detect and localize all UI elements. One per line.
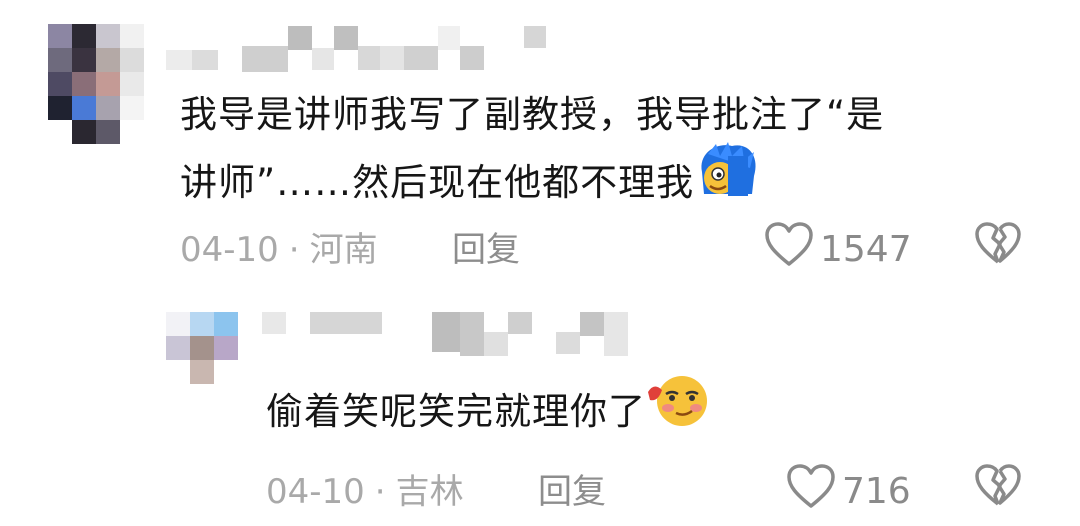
comment-date: 04-10	[180, 230, 279, 270]
username-blurred[interactable]	[166, 26, 546, 72]
meta-separator: ·	[288, 230, 300, 270]
heart-outline-icon	[764, 222, 820, 277]
avatar[interactable]	[48, 24, 144, 144]
like-button[interactable]: 716	[786, 464, 911, 519]
smirk-blush-face-emoji	[646, 372, 712, 447]
comment-location: 吉林	[395, 472, 464, 512]
comment-text-segment: 偷着笑呢笑完就理你了	[266, 390, 646, 433]
comment-meta: 04-10 · 吉林	[266, 464, 464, 513]
comment-text: 我导是讲师我写了副教授，我导批注了“是 讲师”……然后现在他都不理我	[180, 84, 1040, 223]
comment-text-line: 我导是讲师我写了副教授，我导批注了“是	[180, 93, 885, 136]
comment-text-line: 讲师”……然后现在他都不理我	[180, 142, 1040, 223]
comment-text: 偷着笑呢笑完就理你了	[266, 376, 966, 451]
blue-hair-face-emoji	[694, 142, 760, 219]
comment-meta: 04-10 · 河南	[180, 222, 378, 271]
heart-outline-icon	[786, 464, 842, 519]
broken-heart-icon[interactable]	[974, 222, 1022, 270]
comment-text-segment: 讲师”……然后现在他都不理我	[180, 161, 695, 204]
like-count: 716	[842, 471, 911, 512]
comment-date: 04-10	[266, 472, 365, 512]
avatar[interactable]	[166, 312, 238, 384]
meta-separator: ·	[374, 472, 386, 512]
broken-heart-icon[interactable]	[974, 464, 1022, 512]
reply-button[interactable]: 回复	[538, 464, 606, 513]
comment-location: 河南	[309, 230, 378, 270]
like-button[interactable]: 1547	[764, 222, 912, 277]
like-count: 1547	[820, 229, 912, 270]
username-blurred[interactable]	[262, 312, 628, 356]
reply-button[interactable]: 回复	[452, 222, 520, 271]
